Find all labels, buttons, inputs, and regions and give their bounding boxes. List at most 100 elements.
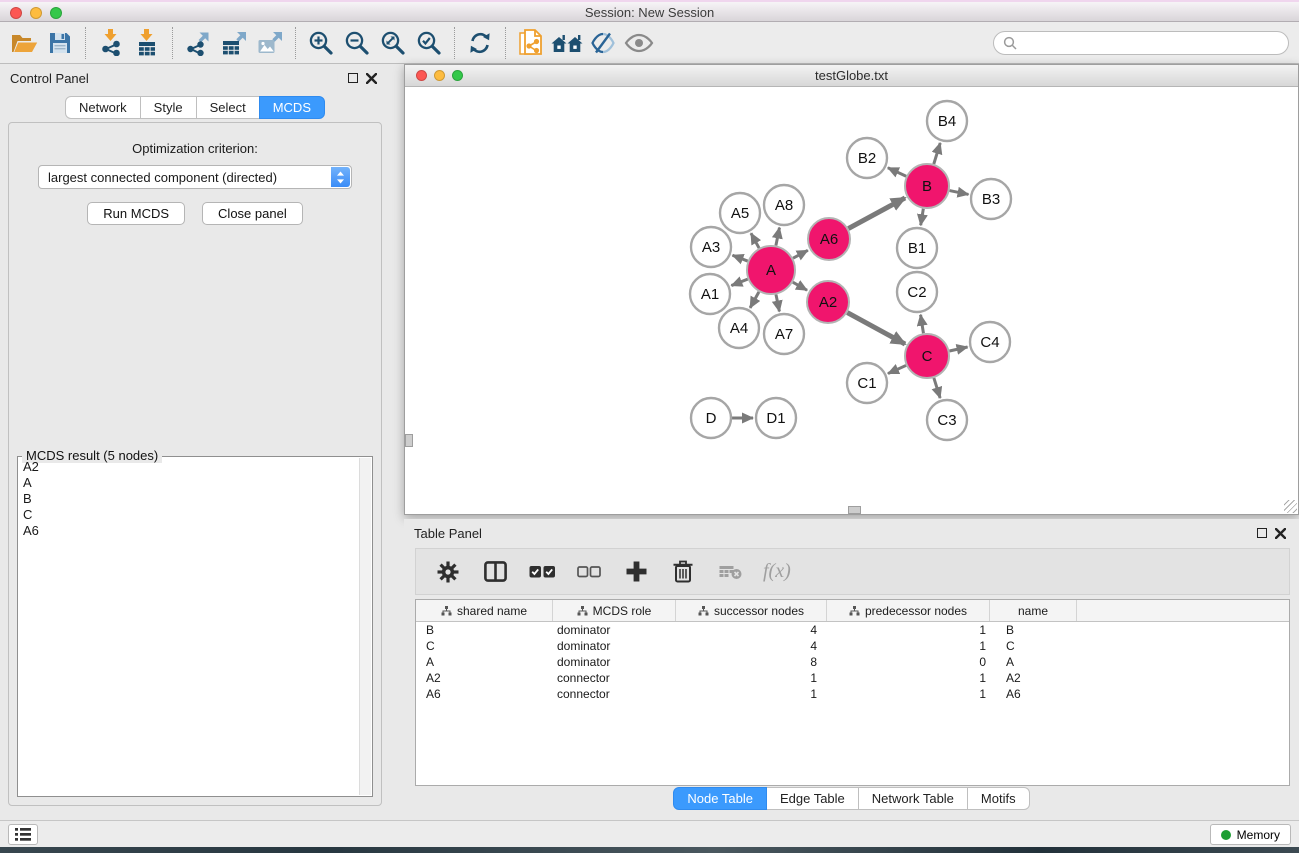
task-history-button[interactable] [8, 824, 38, 845]
node-table-header: shared nameMCDS rolesuccessor nodesprede… [416, 600, 1289, 622]
network-node-label: A6 [820, 231, 838, 248]
tab-mcds[interactable]: MCDS [259, 96, 325, 119]
table-row[interactable]: A6connector11A6 [416, 686, 1289, 702]
tab-edge-table[interactable]: Edge Table [766, 787, 859, 810]
network-from-file-button[interactable] [513, 25, 549, 61]
column-header-mcds-role[interactable]: MCDS role [553, 600, 676, 621]
network-edge-A6-B[interactable] [848, 198, 905, 229]
column-header-shared-name[interactable]: shared name [416, 600, 553, 621]
search-input[interactable] [1022, 36, 1279, 51]
network-node-label: A4 [730, 320, 748, 337]
table-row[interactable]: Bdominator41B [416, 622, 1289, 638]
zoom-in-button[interactable] [303, 25, 339, 61]
network-edge-A-A5[interactable] [751, 233, 759, 248]
mcds-result-item[interactable]: A6 [19, 523, 358, 539]
mcds-result-item[interactable]: A [19, 475, 358, 491]
network-edge-C-C3[interactable] [934, 378, 940, 398]
save-session-button[interactable] [42, 25, 78, 61]
network-edge-B-B1[interactable] [921, 209, 924, 226]
table-row[interactable]: Cdominator41C [416, 638, 1289, 654]
result-list-scrollbar[interactable] [359, 458, 371, 795]
control-panel-float-button[interactable] [344, 70, 362, 86]
table-panel-close-button[interactable] [1271, 525, 1289, 541]
table-delete-column-button[interactable] [669, 557, 697, 587]
mcds-result-item[interactable]: A2 [19, 459, 358, 475]
tab-style[interactable]: Style [140, 96, 197, 119]
network-node-label: B1 [908, 240, 926, 257]
network-edge-A-A7[interactable] [776, 294, 779, 311]
hide-details-button[interactable] [585, 25, 621, 61]
network-edge-B-B2[interactable] [888, 168, 906, 177]
show-details-button[interactable] [621, 25, 657, 61]
table-settings-button[interactable] [434, 557, 462, 587]
import-network-icon [99, 29, 123, 56]
tab-motifs[interactable]: Motifs [967, 787, 1030, 810]
optimization-criterion-label: Optimization criterion: [9, 141, 381, 156]
mcds-result-item[interactable]: C [19, 507, 358, 523]
tab-network[interactable]: Network [65, 96, 141, 119]
node-table: shared nameMCDS rolesuccessor nodesprede… [415, 599, 1290, 786]
network-edge-C-C1[interactable] [888, 365, 906, 373]
network-edge-A-A3[interactable] [732, 255, 747, 261]
zoom-out-icon [344, 30, 370, 56]
column-header-successor-nodes[interactable]: successor nodes [676, 600, 827, 621]
export-image-button[interactable] [252, 25, 288, 61]
application-window: Session: New Session [0, 0, 1299, 853]
table-row[interactable]: A2connector11A2 [416, 670, 1289, 686]
network-node-label: D [706, 410, 717, 427]
network-node-label: B3 [982, 191, 1000, 208]
zoom-selected-button[interactable] [411, 25, 447, 61]
network-edge-A-A8[interactable] [776, 228, 780, 246]
table-cell: C [990, 639, 1077, 653]
table-add-column-button[interactable] [622, 557, 650, 587]
close-panel-button[interactable]: Close panel [202, 202, 303, 225]
column-header-predecessor-nodes[interactable]: predecessor nodes [827, 600, 990, 621]
table-cell: A2 [416, 671, 553, 685]
table-panel-float-button[interactable] [1253, 525, 1271, 541]
network-edge-A-A1[interactable] [731, 279, 747, 285]
control-panel-title: Control Panel [10, 71, 89, 86]
zoom-fit-button[interactable] [375, 25, 411, 61]
mcds-result-item[interactable]: B [19, 491, 358, 507]
network-node-label: A [766, 262, 776, 279]
table-panel: Table Panel [404, 519, 1299, 812]
network-resize-grip[interactable] [1284, 500, 1297, 513]
network-node-label: A8 [775, 197, 793, 214]
network-edge-A-A4[interactable] [750, 292, 759, 308]
zoom-out-button[interactable] [339, 25, 375, 61]
network-edge-A2-C[interactable] [847, 313, 905, 344]
network-horizontal-scroll-thumb[interactable] [848, 506, 861, 514]
tab-network-table[interactable]: Network Table [858, 787, 968, 810]
control-panel-close-button[interactable] [362, 70, 380, 86]
network-edge-B-B3[interactable] [950, 191, 969, 195]
export-network-button[interactable] [180, 25, 216, 61]
network-edge-A-A2[interactable] [793, 282, 807, 290]
export-table-button[interactable] [216, 25, 252, 61]
window-titlebar: Session: New Session [0, 0, 1299, 22]
table-cell: 4 [676, 623, 827, 637]
memory-button[interactable]: Memory [1210, 824, 1291, 845]
import-table-button[interactable] [129, 25, 165, 61]
home-button[interactable] [549, 25, 585, 61]
network-vertical-scroll-thumb[interactable] [405, 434, 413, 447]
table-split-view-button[interactable] [481, 557, 509, 587]
criterion-dropdown[interactable]: largest connected component (directed) [38, 165, 352, 189]
control-panel-header: Control Panel [0, 64, 390, 92]
table-cell: B [416, 623, 553, 637]
network-edge-C-C4[interactable] [949, 347, 967, 351]
open-session-button[interactable] [6, 25, 42, 61]
column-header-name[interactable]: name [990, 600, 1077, 621]
refresh-button[interactable] [462, 25, 498, 61]
table-row[interactable]: Adominator80A [416, 654, 1289, 670]
table-deselect-all-button[interactable] [575, 557, 603, 587]
network-edge-B-B4[interactable] [934, 143, 940, 164]
tab-node-table[interactable]: Node Table [673, 787, 767, 810]
table-select-all-button[interactable] [528, 557, 556, 587]
network-edge-A-A6[interactable] [793, 250, 808, 258]
memory-label: Memory [1237, 828, 1280, 842]
network-edge-C-C2[interactable] [921, 315, 924, 334]
tab-select[interactable]: Select [196, 96, 260, 119]
network-canvas[interactable]: B4B2BB3A8A5A6A3B1AC2A1A2A4A7C4CC1DD1C3 [405, 87, 1298, 515]
import-network-button[interactable] [93, 25, 129, 61]
run-mcds-button[interactable]: Run MCDS [87, 202, 185, 225]
